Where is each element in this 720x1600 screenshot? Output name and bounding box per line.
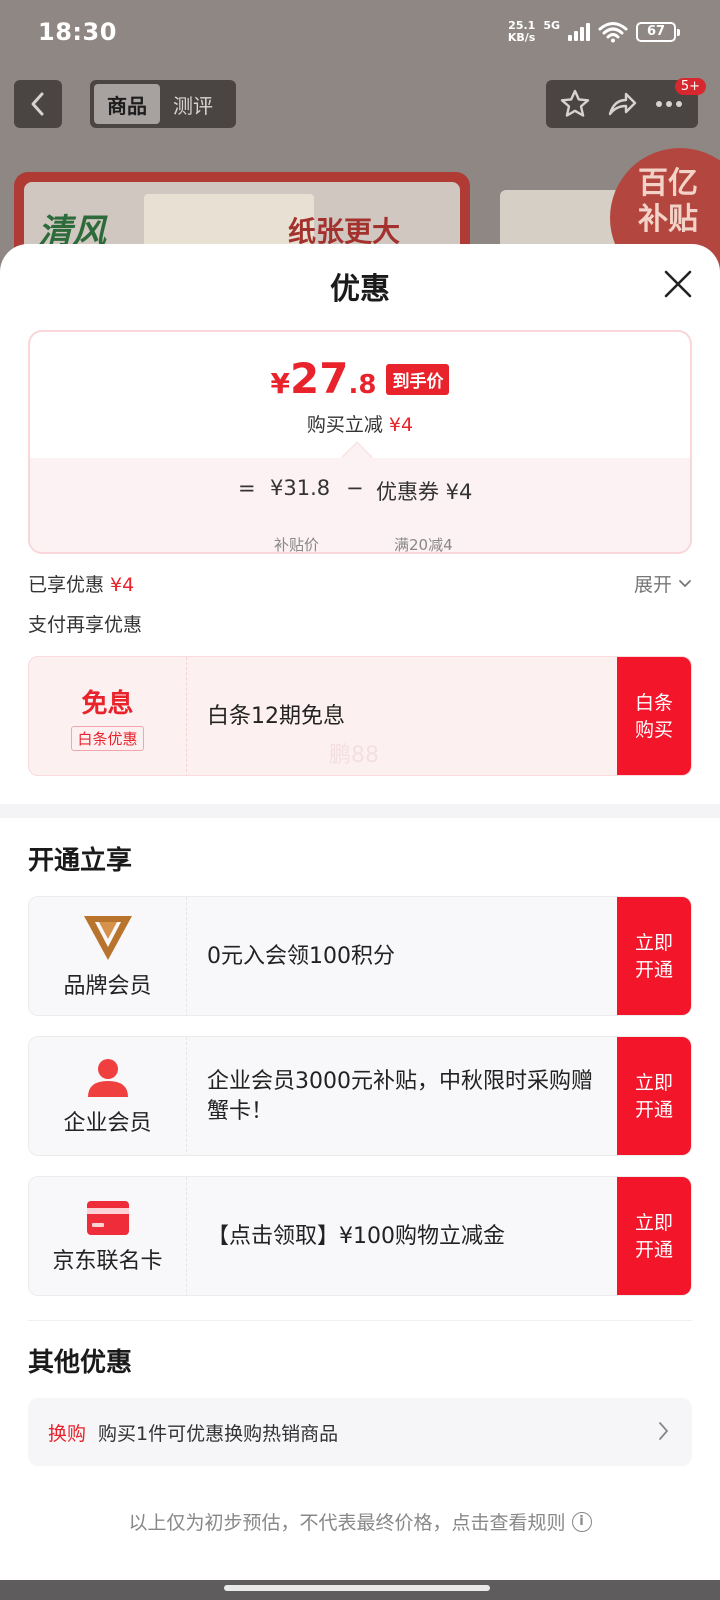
person-icon <box>87 1059 128 1097</box>
cobrand-card-label: 京东联名卡 <box>52 1249 163 1274</box>
chevron-right-icon <box>659 1422 669 1440</box>
brand-member-offer[interactable]: 品牌会员 0元入会领100积分 立即开通 <box>28 896 692 1016</box>
chevron-left-icon <box>31 92 44 116</box>
status-time: 18:30 <box>38 18 117 46</box>
trade-in-text: 购买1件可优惠换购热销商品 <box>98 1422 339 1445</box>
coupon-amount: 优惠券 ¥4 <box>376 480 473 504</box>
status-bar: 18:30 25.1 KB/s 5G 67 <box>0 0 720 66</box>
watermark: 鹏88 <box>329 743 379 768</box>
info-icon: i <box>571 1511 592 1532</box>
discount-sheet: 优惠 ¥ 27 .8 到手价 购买立减 ¥4 = ¥31.8 − 优惠券 ¥4 补… <box>0 244 720 1580</box>
sheet-title: 优惠 <box>330 272 390 307</box>
enterprise-member-offer[interactable]: 企业会员 企业会员3000元补贴，中秋限时采购赠蟹卡！ 立即开通 <box>28 1036 692 1156</box>
price-breakdown: = ¥31.8 − 优惠券 ¥4 补贴价 满20减4 <box>30 458 690 554</box>
other-section-title: 其他优惠 <box>28 1348 133 1378</box>
expand-button[interactable]: 展开 <box>634 570 692 597</box>
tab-product[interactable]: 商品 <box>94 84 160 124</box>
wifi-icon <box>598 21 628 43</box>
divider <box>28 1320 692 1321</box>
back-button[interactable] <box>14 80 62 128</box>
trade-in-tag: 换购 <box>48 1422 87 1445</box>
coupon-condition: 满20减4 <box>394 536 453 554</box>
gesture-bar <box>0 1580 720 1600</box>
network-type: 5G <box>543 19 560 32</box>
message-badge: 5+ <box>674 78 706 95</box>
star-icon[interactable] <box>559 88 591 120</box>
battery-icon: 67 <box>636 22 680 42</box>
enterprise-member-open-button[interactable]: 立即开通 <box>617 1037 691 1155</box>
enjoyed-discount: 已享优惠 ¥4 展开 <box>28 570 692 597</box>
baitiao-tag: 白条优惠 <box>71 726 144 751</box>
baitiao-offer[interactable]: 免息 白条优惠 白条12期免息 鹏88 白条购买 <box>28 656 692 776</box>
brand-member-label: 品牌会员 <box>63 974 152 999</box>
price-card: ¥ 27 .8 到手价 购买立减 ¥4 = ¥31.8 − 优惠券 ¥4 补贴价 … <box>28 330 692 554</box>
brand-member-text: 0元入会领100积分 <box>207 944 395 969</box>
tab-review[interactable]: 测评 <box>160 84 226 124</box>
brand-member-open-button[interactable]: 立即开通 <box>617 897 691 1015</box>
signal-icon <box>568 23 590 41</box>
status-icons: 25.1 KB/s 5G 67 <box>507 19 680 44</box>
instant-discount: 购买立减 ¥4 <box>306 414 414 436</box>
subsidy-price: ¥31.8 <box>270 476 331 500</box>
final-price: ¥ 27 .8 到手价 <box>30 354 690 403</box>
final-price-tag: 到手价 <box>386 364 450 395</box>
enterprise-member-text: 企业会员3000元补贴，中秋限时采购赠蟹卡！ <box>207 1069 593 1124</box>
cobrand-card-text: 【点击领取】¥100购物立减金 <box>207 1224 505 1249</box>
trade-in-offer[interactable]: 换购 购买1件可优惠换购热销商品 <box>28 1398 692 1466</box>
cobrand-card-open-button[interactable]: 立即开通 <box>617 1177 691 1295</box>
rules-note[interactable]: 以上仅为初步预估，不代表最终价格，点击查看规则 i <box>0 1508 720 1535</box>
product-tabs: 商品 测评 <box>90 80 236 128</box>
enterprise-member-label: 企业会员 <box>63 1111 152 1136</box>
section-divider <box>0 804 720 818</box>
home-indicator[interactable] <box>224 1585 490 1591</box>
brand-member-icon <box>83 916 132 960</box>
open-section-title: 开通立享 <box>28 846 133 876</box>
cobrand-card-offer[interactable]: 京东联名卡 【点击领取】¥100购物立减金 立即开通 <box>28 1176 692 1296</box>
close-icon[interactable] <box>658 264 698 304</box>
baitiao-text: 白条12期免息 <box>207 704 345 729</box>
subsidy-price-label: 补贴价 <box>274 536 320 554</box>
credit-card-icon <box>86 1201 129 1235</box>
interest-free-title: 免息 <box>81 689 134 719</box>
share-icon[interactable] <box>606 88 638 120</box>
baitiao-buy-button[interactable]: 白条购买 <box>617 657 691 775</box>
chevron-down-icon <box>679 579 691 587</box>
pay-more-label: 支付再享优惠 <box>28 614 143 636</box>
net-speed: 25.1 KB/s <box>507 19 536 44</box>
